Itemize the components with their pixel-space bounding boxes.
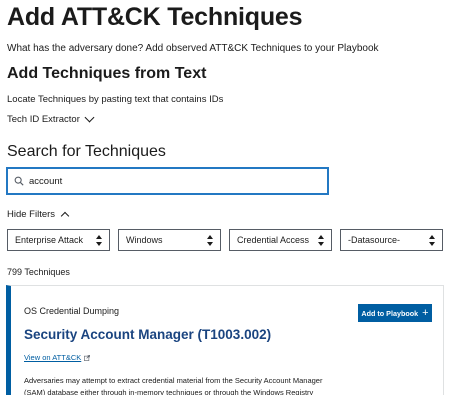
sort-arrows-icon: [207, 235, 213, 246]
from-text-heading: Add Techniques from Text: [7, 65, 207, 82]
technique-parent: OS Credential Dumping: [24, 306, 120, 316]
add-to-playbook-label: Add to Playbook: [361, 308, 419, 318]
plus-icon: +: [422, 306, 429, 319]
page: Add ATT&CK Techniques What has the adver…: [0, 0, 450, 395]
from-text-description: Locate Techniques by pasting text that c…: [7, 94, 224, 105]
view-on-attack-link[interactable]: View on ATT&CK: [24, 353, 91, 362]
search-heading: Search for Techniques: [7, 143, 166, 160]
search-box[interactable]: [6, 167, 329, 195]
tech-id-extractor-toggle[interactable]: Tech ID Extractor: [7, 112, 95, 125]
search-icon: [14, 176, 24, 186]
technique-title[interactable]: Security Account Manager (T1003.002): [24, 327, 271, 342]
add-to-playbook-button[interactable]: Add to Playbook +: [358, 304, 432, 322]
domain-select-value: Enterprise Attack: [15, 235, 84, 245]
chevron-up-icon: [60, 211, 70, 221]
datasource-select[interactable]: -Datasource-: [340, 229, 443, 251]
tactic-select[interactable]: Credential Access: [229, 229, 332, 251]
chevron-down-icon: [84, 112, 95, 123]
platform-select[interactable]: Windows: [118, 229, 221, 251]
results-count: 799 Techniques: [7, 267, 70, 277]
platform-select-value: Windows: [126, 235, 163, 245]
search-input[interactable]: [29, 175, 309, 187]
sort-arrows-icon: [429, 235, 435, 246]
external-link-icon: [84, 354, 91, 361]
technique-description: Adversaries may attempt to extract crede…: [24, 376, 323, 395]
tech-id-extractor-label: Tech ID Extractor: [7, 114, 80, 125]
sort-arrows-icon: [96, 235, 102, 246]
page-subtitle: What has the adversary done? Add observe…: [7, 43, 379, 54]
hide-filters-label: Hide Filters: [7, 209, 56, 220]
datasource-select-value: -Datasource-: [348, 235, 401, 245]
page-title: Add ATT&CK Techniques: [7, 3, 303, 31]
tactic-select-value: Credential Access: [237, 235, 310, 245]
domain-select[interactable]: Enterprise Attack: [7, 229, 110, 251]
hide-filters-toggle[interactable]: Hide Filters: [7, 209, 70, 221]
technique-card: OS Credential Dumping Add to Playbook + …: [6, 285, 444, 395]
sort-arrows-icon: [318, 235, 324, 246]
view-on-attack-label: View on ATT&CK: [24, 353, 82, 362]
